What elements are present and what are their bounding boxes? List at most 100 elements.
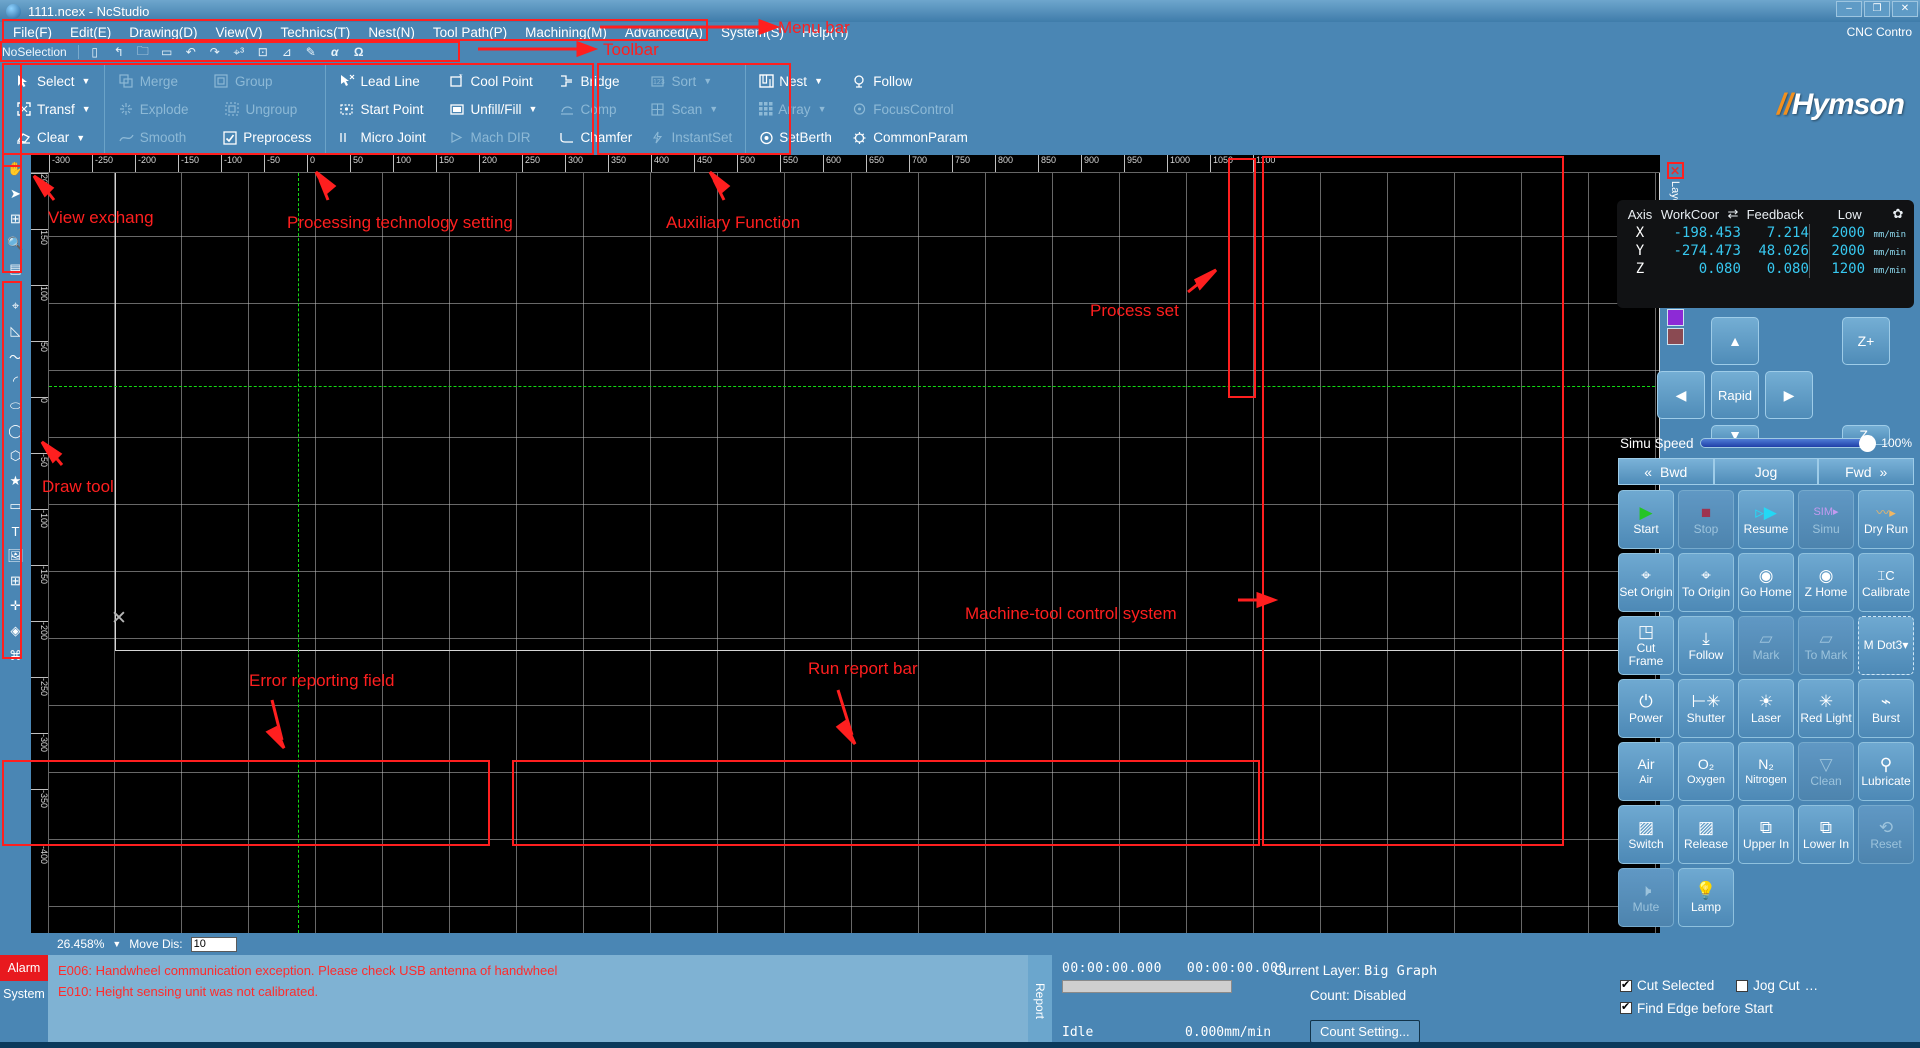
bridge-button[interactable]: Bridge xyxy=(552,70,640,93)
fit-screen-icon[interactable]: ⊞ xyxy=(3,207,29,231)
clear-button[interactable]: Clear ▼ xyxy=(8,126,92,149)
polyline-icon[interactable]: ◺ xyxy=(3,319,29,343)
menu-item-machining[interactable]: Machining(M) xyxy=(516,25,616,40)
shutter-button[interactable]: ⊢✳ Shutter xyxy=(1678,679,1734,738)
node-edit-icon[interactable]: ⌖ xyxy=(3,294,29,318)
sync-icon[interactable]: ⇄ xyxy=(1725,204,1741,224)
cut-frame-button[interactable]: ◳ Cut Frame xyxy=(1618,616,1674,675)
m-dot-button[interactable]: M Dot3▾ xyxy=(1858,616,1914,675)
transform-button[interactable]: Transf ▼ xyxy=(8,98,98,121)
mach-dir-button[interactable]: Mach DIR xyxy=(442,126,549,149)
cut-selected-checkbox[interactable]: Cut Selected xyxy=(1620,978,1714,993)
clean-button[interactable]: ▽ Clean xyxy=(1798,742,1854,801)
unfill-fill-button[interactable]: Unfill/Fill ▼ xyxy=(442,98,549,121)
z-plus-button[interactable]: Z+ xyxy=(1842,317,1890,365)
to-origin-button[interactable]: ⌖ To Origin xyxy=(1678,553,1734,612)
comp-button[interactable]: Comp xyxy=(552,98,640,121)
undo-icon[interactable]: ↶ xyxy=(180,44,202,61)
z-home-button[interactable]: ◉ Z Home xyxy=(1798,553,1854,612)
minimize-button[interactable]: – xyxy=(1836,1,1862,17)
tab-alarm[interactable]: Alarm xyxy=(0,955,48,981)
chevron-down-icon[interactable]: ▼ xyxy=(703,76,712,86)
window-controls[interactable]: – ❐ ✕ xyxy=(1836,1,1918,17)
ellipse-icon[interactable]: ⬭ xyxy=(3,394,29,418)
chevron-down-icon[interactable]: ▼ xyxy=(818,104,827,114)
jog-right-button[interactable]: ▶ xyxy=(1765,371,1813,419)
curve-icon[interactable]: 〜 xyxy=(3,344,29,368)
switch-button[interactable]: ▨ Switch xyxy=(1618,805,1674,864)
preprocess-button[interactable]: Preprocess xyxy=(214,126,318,149)
redo-icon[interactable]: ↷ xyxy=(204,44,226,61)
menu-item-advanced[interactable]: Advanced(A) xyxy=(616,25,712,40)
ungroup-button[interactable]: Ungroup xyxy=(216,98,304,121)
star-icon[interactable]: ★ xyxy=(3,469,29,493)
menu-item-view[interactable]: View(V) xyxy=(207,25,272,40)
follow-head-button[interactable]: ⤓ Follow xyxy=(1678,616,1734,675)
setberth-button[interactable]: SetBerth xyxy=(752,126,832,149)
chevron-down-icon[interactable]: ▼ xyxy=(529,104,538,114)
lower-in-button[interactable]: ⧉ Lower In xyxy=(1798,805,1854,864)
array-button[interactable]: Array ▼ xyxy=(752,98,827,121)
fwd-button[interactable]: Fwd » xyxy=(1818,458,1914,485)
sort-button[interactable]: 123 Sort ▼ xyxy=(643,70,720,93)
pen-icon[interactable]: ✎ xyxy=(300,44,322,61)
close-button[interactable]: ✕ xyxy=(1892,1,1918,17)
stop-button[interactable]: ■ Stop xyxy=(1678,490,1734,549)
tab-report[interactable]: Report xyxy=(1028,955,1052,1048)
cool-point-button[interactable]: * Cool Point xyxy=(442,70,549,93)
air-button[interactable]: Air Air xyxy=(1618,742,1674,801)
micro-joint-button[interactable]: Micro Joint xyxy=(332,126,439,149)
simu-speed-track[interactable] xyxy=(1699,435,1877,452)
menu-item-edit[interactable]: Edit(E) xyxy=(61,25,120,40)
select-button[interactable]: Select ▼ xyxy=(8,70,97,93)
open-recent-icon[interactable]: ↰ xyxy=(108,44,130,61)
group-button[interactable]: Group xyxy=(206,70,280,93)
polygon-icon[interactable]: ⬡ xyxy=(3,444,29,468)
follow-button[interactable]: Follow xyxy=(844,70,919,93)
chamfer-button[interactable]: Chamfer xyxy=(552,126,640,149)
rectangle-icon[interactable]: ▭ xyxy=(3,494,29,518)
menu-item-file[interactable]: File(F) xyxy=(4,25,61,40)
jog-cut-checkbox[interactable]: Jog Cut … xyxy=(1736,978,1818,993)
circle-icon[interactable]: ◯ xyxy=(3,419,29,443)
move-dis-input[interactable] xyxy=(190,936,237,952)
focus-control-button[interactable]: FocusControl xyxy=(844,98,960,121)
image-icon[interactable]: 🖼 xyxy=(3,544,29,568)
save-icon[interactable]: ▭ xyxy=(156,44,178,61)
resume-button[interactable]: ▹▶ Resume xyxy=(1738,490,1794,549)
jog-up-button[interactable]: ▲ xyxy=(1711,317,1759,365)
simu-speed-slider[interactable]: Simu Speed 100% xyxy=(1620,432,1912,454)
maximize-button[interactable]: ❐ xyxy=(1864,1,1890,17)
hand-pan-icon[interactable]: ✋ xyxy=(3,157,29,181)
oxygen-button[interactable]: O₂ Oxygen xyxy=(1678,742,1734,801)
jog-left-button[interactable]: ◀ xyxy=(1657,371,1705,419)
menu-item-toolpath[interactable]: Tool Path(P) xyxy=(424,25,516,40)
lubricate-button[interactable]: ⚲ Lubricate xyxy=(1858,742,1914,801)
tab-system[interactable]: System xyxy=(0,981,48,1007)
scan-button[interactable]: Scan ▼ xyxy=(643,98,726,121)
go-home-button[interactable]: ◉ Go Home xyxy=(1738,553,1794,612)
chevron-down-icon[interactable]: ▼ xyxy=(82,76,91,86)
arc-icon[interactable]: ◜ xyxy=(3,369,29,393)
crosshair-icon[interactable]: ✛ xyxy=(3,594,29,618)
menu-item-help[interactable]: Help(H) xyxy=(793,25,858,40)
upper-in-button[interactable]: ⧉ Upper In xyxy=(1738,805,1794,864)
nest-button[interactable]: Nest ▼ xyxy=(752,70,827,93)
frame-icon[interactable]: ⊡ xyxy=(252,44,274,61)
nitrogen-button[interactable]: N₂ Nitrogen xyxy=(1738,742,1794,801)
menu-item-drawing[interactable]: Drawing(D) xyxy=(120,25,206,40)
count-setting-button[interactable]: Count Setting... xyxy=(1310,1020,1420,1043)
chevron-down-icon[interactable]: ▼ xyxy=(814,76,823,86)
common-param-button[interactable]: CommonParam xyxy=(844,126,975,149)
chevron-down-icon[interactable]: ▼ xyxy=(112,939,121,949)
layer-icon[interactable]: ◈ xyxy=(3,619,29,643)
open-folder-icon[interactable]: 🗀 xyxy=(132,44,154,61)
reset-button[interactable]: ⟲ Reset xyxy=(1858,805,1914,864)
simu-speed-knob[interactable] xyxy=(1859,435,1877,452)
mark-button[interactable]: ▱ Mark xyxy=(1738,616,1794,675)
alarm-message-list[interactable]: E006: Handwheel communication exception.… xyxy=(48,955,1028,1048)
bwd-button[interactable]: « Bwd xyxy=(1618,458,1714,485)
menu-item-technics[interactable]: Technics(T) xyxy=(272,25,360,40)
start-button[interactable]: ▶ Start xyxy=(1618,490,1674,549)
new-file-icon[interactable]: ▯ xyxy=(84,44,106,61)
